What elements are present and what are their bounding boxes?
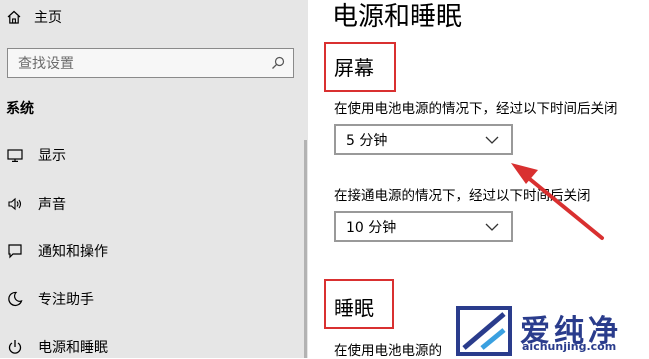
- watermark-url: aichunjing.com: [522, 340, 617, 353]
